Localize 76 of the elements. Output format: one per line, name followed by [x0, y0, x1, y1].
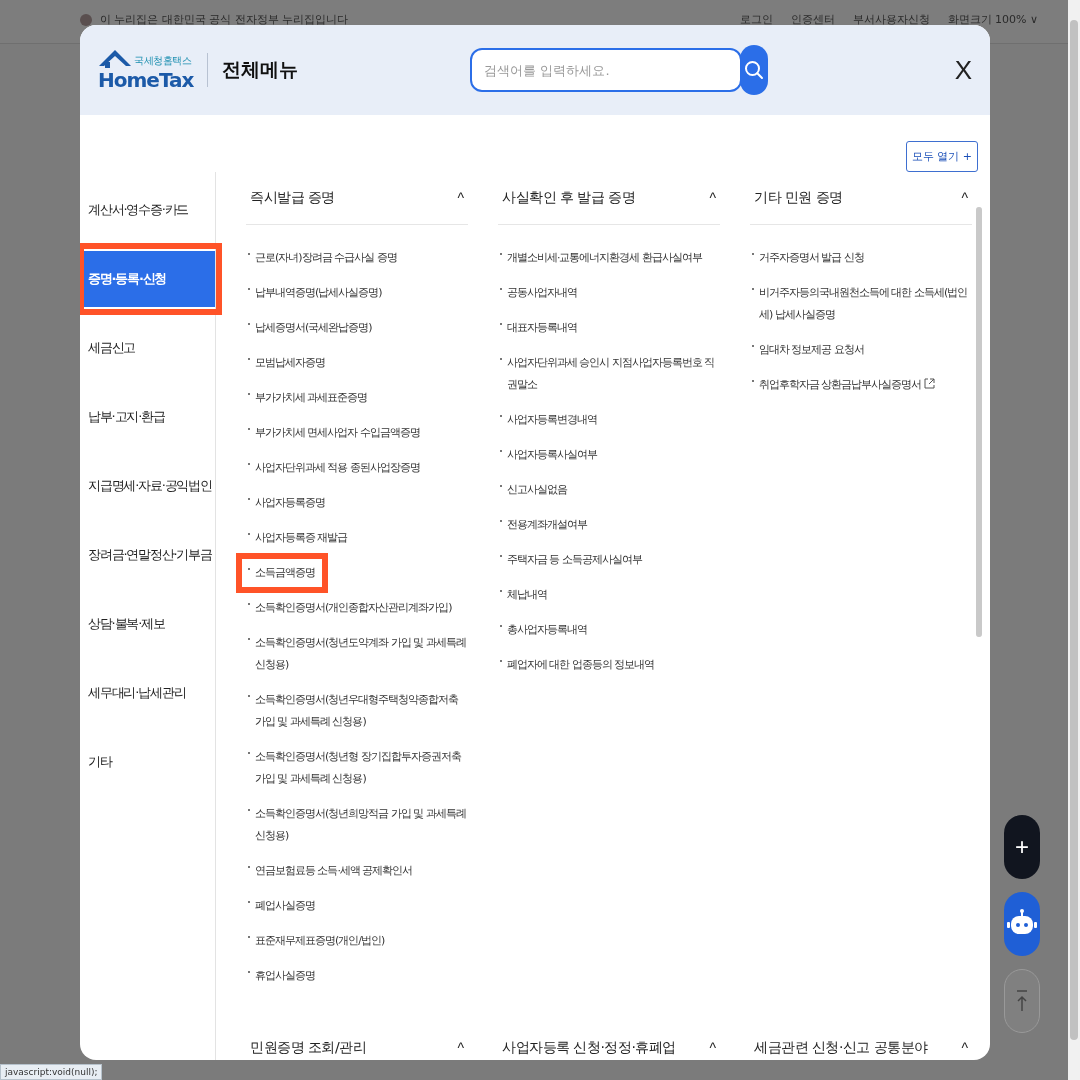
collapse-toggle[interactable]: ^: [709, 1040, 716, 1056]
sidebar-item[interactable]: 계산서·영수증·카드: [80, 182, 215, 238]
section-title[interactable]: 민원증명 조회/관리: [250, 1039, 367, 1057]
menu-link[interactable]: 개별소비세·교통에너지환경세 환급사실여부: [507, 247, 702, 269]
scroll-top-button[interactable]: [1004, 969, 1040, 1033]
section-title[interactable]: 즉시발급 증명: [250, 189, 335, 207]
search-field[interactable]: 검색어를 입력하세요.: [470, 48, 743, 92]
menu-link[interactable]: 비거주자등의국내원천소득에 대한 소득세(법인세) 납세사실증명: [759, 282, 972, 326]
menu-link[interactable]: 거주자증명서 발급 신청: [759, 247, 864, 269]
header-link[interactable]: 화면크기 100% ∨: [947, 12, 1038, 27]
scrollbar[interactable]: [976, 207, 982, 637]
menu-link[interactable]: 취업후학자금 상환금납부사실증명서: [759, 374, 935, 396]
menu-link[interactable]: 공동사업자내역: [507, 282, 577, 304]
sidebar-item[interactable]: 장려금·연말정산·기부금: [80, 527, 215, 583]
menu-link[interactable]: 사업자단위과세 적용 종된사업장증명: [255, 457, 420, 479]
menu-link[interactable]: 주택자금 등 소득공제사실여부: [507, 549, 642, 571]
menu-link[interactable]: 납부내역증명(납세사실증명): [255, 282, 382, 304]
menu-link[interactable]: 근로(자녀)장려금 수급사실 증명: [255, 247, 397, 269]
menu-link[interactable]: 임대차 정보제공 요청서: [759, 339, 864, 361]
menu-link[interactable]: 총사업자등록내역: [507, 619, 587, 641]
search-button[interactable]: [740, 45, 769, 95]
close-button[interactable]: X: [954, 54, 972, 86]
header-link[interactable]: 부서사용자신청: [852, 12, 930, 27]
menu-link[interactable]: 소득확인증명서(청년희망적금 가입 및 과세특례 신청용): [255, 803, 468, 847]
menu-link[interactable]: 휴업사실증명: [255, 965, 315, 987]
header-link[interactable]: 로그인: [739, 12, 773, 27]
menu-link[interactable]: 납세증명서(국세완납증명): [255, 317, 372, 339]
section-title[interactable]: 세금관련 신청·신고 공통분야: [754, 1039, 928, 1057]
collapse-toggle[interactable]: ^: [961, 190, 968, 206]
expand-all-button[interactable]: 모두 열기 +: [905, 141, 978, 172]
external-link-icon: [923, 378, 935, 389]
section-title[interactable]: 사업자등록 신청·정정·휴폐업: [502, 1039, 676, 1057]
collapse-toggle[interactable]: ^: [709, 190, 716, 206]
menu-link[interactable]: 모범납세자증명: [255, 352, 325, 374]
menu-link[interactable]: 대표자등록내역: [507, 317, 577, 339]
sidebar-item[interactable]: 기타: [80, 734, 215, 790]
section-title[interactable]: 사실확인 후 발급 증명: [502, 189, 636, 207]
status-bar: javascript:void(null);: [0, 1064, 103, 1080]
add-button[interactable]: +: [1004, 815, 1040, 879]
menu-link[interactable]: 소득확인증명서(청년도약계좌 가입 및 과세특례 신청용): [255, 632, 468, 676]
menu-link[interactable]: 사업자등록변경내역: [507, 409, 597, 431]
menu-link[interactable]: 부가가치세 면세사업자 수입금액증명: [255, 422, 420, 444]
menu-link[interactable]: 폐업사실증명: [255, 895, 315, 917]
menu-link[interactable]: 폐업자에 대한 업종등의 정보내역: [507, 654, 655, 676]
menu-link[interactable]: 표준재무제표증명(개인/법인): [255, 930, 385, 952]
menu-link[interactable]: 연금보험료등 소득·세액 공제확인서: [255, 860, 413, 882]
flag-icon: [80, 13, 92, 26]
collapse-toggle[interactable]: ^: [457, 1040, 464, 1056]
arrow-up-icon: [1014, 989, 1030, 1013]
menu-link[interactable]: 사업자단위과세 승인시 지점사업자등록번호 직권말소: [507, 352, 720, 396]
menu-link[interactable]: 소득확인증명서(청년형 장기집합투자증권저축 가입 및 과세특례 신청용): [255, 746, 468, 790]
menu-link[interactable]: 사업자등록사실여부: [507, 444, 597, 466]
collapse-toggle[interactable]: ^: [457, 190, 464, 206]
hometax-logo[interactable]: 국세청홈택스 HomeTax: [98, 48, 194, 92]
sidebar-item[interactable]: 세금신고: [80, 320, 215, 376]
sidebar-item[interactable]: 상담·불복·제보: [80, 596, 215, 652]
sidebar-item[interactable]: 납부·고지·환급: [80, 389, 215, 445]
menu-link[interactable]: 소득금액증명: [255, 562, 315, 584]
menu-link[interactable]: 사업자등록증 재발급: [255, 527, 348, 549]
sidebar-item[interactable]: 세무대리·납세관리: [80, 665, 215, 721]
notice-text: 이 누리집은 대한민국 공식 전자정부 누리집입니다: [100, 12, 349, 27]
collapse-toggle[interactable]: ^: [961, 1040, 968, 1056]
browser-scrollbar[interactable]: [1068, 0, 1080, 1080]
section-title[interactable]: 기타 민원 증명: [754, 189, 843, 207]
menu-link[interactable]: 체납내역: [507, 584, 547, 606]
menu-link[interactable]: 부가가치세 과세표준증명: [255, 387, 368, 409]
header-link[interactable]: 인증센터: [790, 12, 835, 27]
search-icon: [743, 59, 766, 81]
menu-link[interactable]: 사업자등록증명: [255, 492, 325, 514]
chatbot-button[interactable]: [1004, 892, 1040, 956]
sidebar-item[interactable]: 지급명세·자료·공익법인: [80, 458, 215, 514]
menu-link[interactable]: 전용계좌개설여부: [507, 514, 587, 536]
menu-link[interactable]: 소득확인증명서(개인종합자산관리계좌가입): [255, 597, 452, 619]
menu-link[interactable]: 소득확인증명서(청년우대형주택청약종합저축 가입 및 과세특례 신청용): [255, 689, 468, 733]
dialog-title: 전체메뉴: [222, 57, 299, 82]
menu-link[interactable]: 신고사실없음: [507, 479, 567, 501]
